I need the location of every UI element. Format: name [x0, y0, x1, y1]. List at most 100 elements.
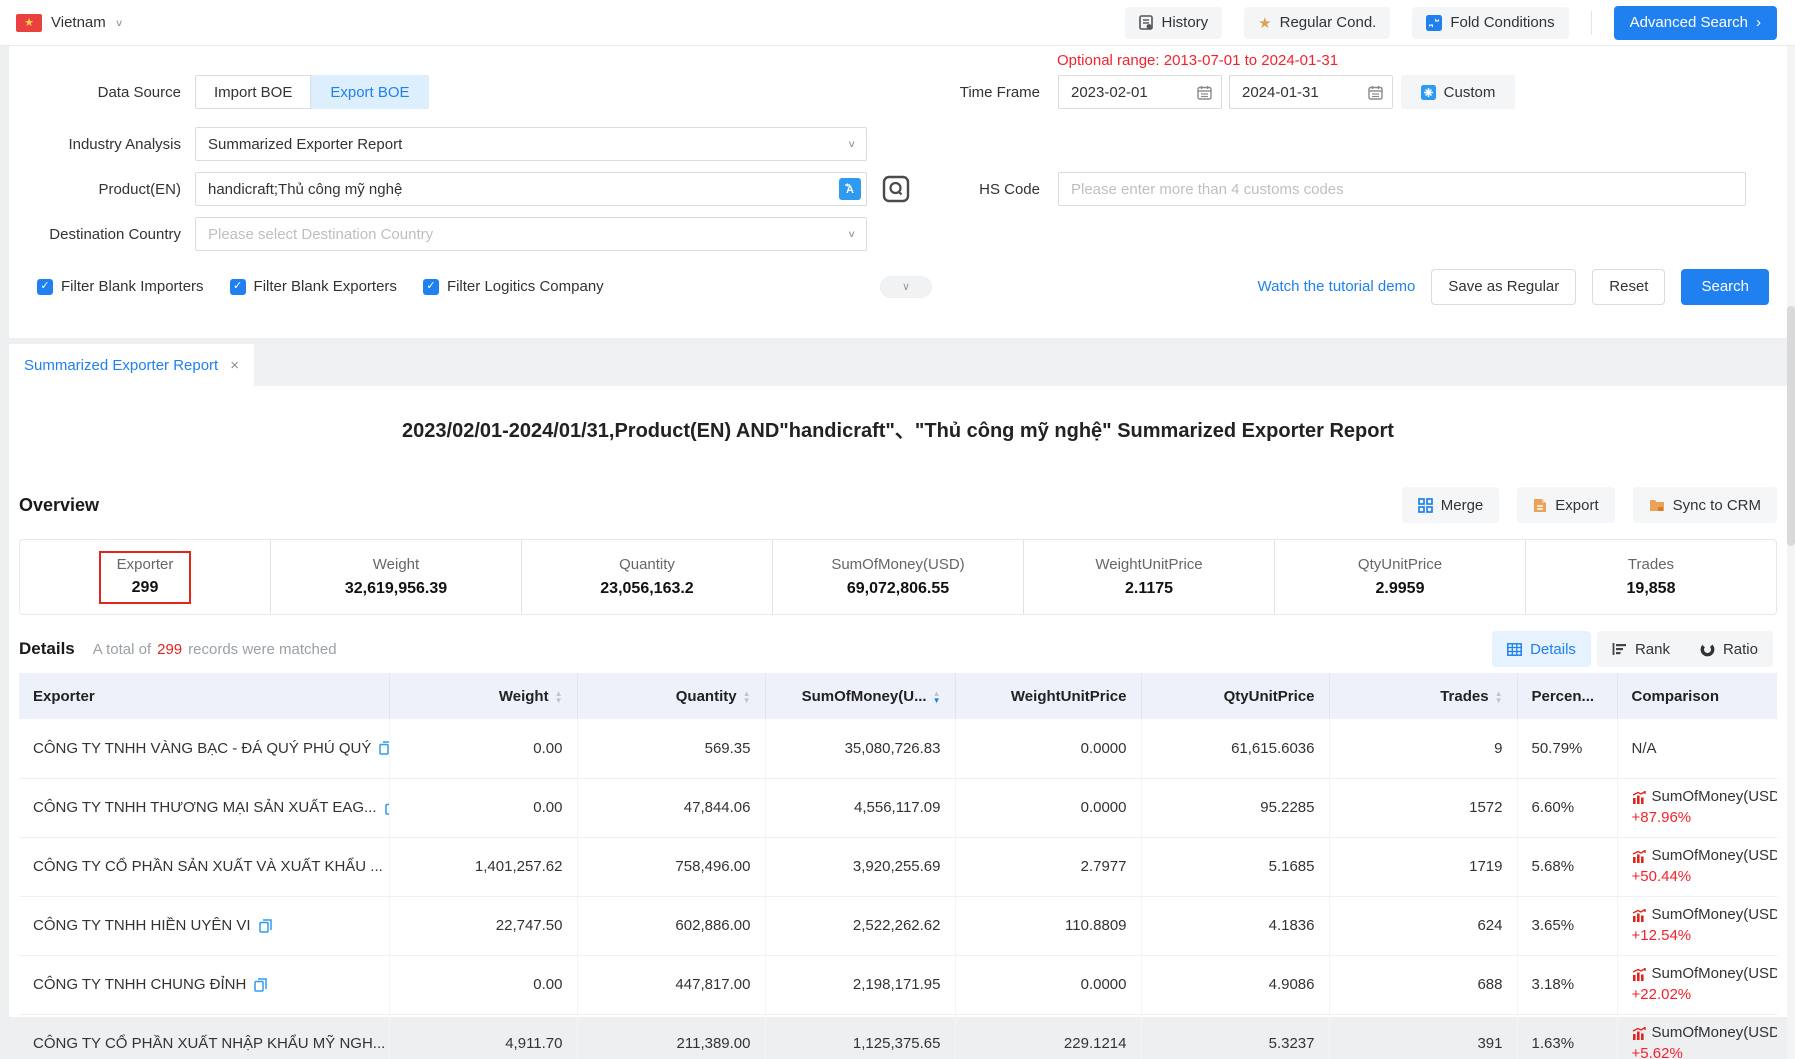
comparison-cell: SumOfMoney(USD)+22.02% [1617, 955, 1777, 1014]
chevron-down-icon: ∨ [847, 228, 856, 239]
checkbox-filter-blank-exporters[interactable]: ✓ Filter Blank Exporters [230, 278, 397, 295]
copy-icon[interactable] [254, 978, 267, 992]
stat-quantity: Quantity23,056,163.2 [521, 540, 772, 614]
comparison-cell: SumOfMoney(USD)+50.44% [1617, 837, 1777, 896]
destination-country-input[interactable] [208, 226, 854, 243]
history-icon [1139, 15, 1153, 30]
trend-chart-icon [1632, 791, 1646, 804]
fold-conditions-button[interactable]: Fold Conditions [1412, 7, 1568, 39]
stat-sum-of-money: SumOfMoney(USD)69,072,806.55 [772, 540, 1023, 614]
table-row: CÔNG TY TNHH THƯƠNG MẠI SẢN XUẤT EAG... … [19, 778, 1777, 837]
industry-analysis-select[interactable]: Summarized Exporter Report ∨ [195, 127, 867, 161]
table-row: CÔNG TY CỔ PHẦN XUẤT NHẬP KHẨU MỸ NGH...… [19, 1014, 1777, 1059]
import-boe-button[interactable]: Import BOE [195, 75, 311, 109]
advanced-search-button[interactable]: Advanced Search › [1614, 6, 1777, 40]
checkbox-filter-logitics-company[interactable]: ✓ Filter Logitics Company [423, 278, 604, 295]
industry-analysis-label: Industry Analysis [9, 136, 195, 153]
export-button[interactable]: Export [1517, 487, 1614, 523]
overview-stats-card: Exporter 299 Weight32,619,956.39 Quantit… [19, 539, 1777, 615]
table-header-row: Exporter Weight▲▼ Quantity▲▼ SumOfMoney(… [19, 673, 1777, 719]
comparison-cell: N/A [1617, 719, 1777, 778]
highlight-box: Exporter 299 [99, 551, 192, 604]
hs-code-label: HS Code [880, 181, 1050, 198]
exporter-name: CÔNG TY CỔ PHẦN SẢN XUẤT VÀ XUẤT KHẨU ..… [33, 858, 383, 875]
topbar: ★ Vietnam ∨ History ★ Regular Cond. Fold… [0, 0, 1795, 46]
column-header-exporter: Exporter [19, 673, 389, 719]
hs-code-field[interactable] [1058, 172, 1746, 206]
overview-heading: Overview [19, 495, 99, 516]
reset-button[interactable]: Reset [1592, 269, 1665, 305]
table-row: CÔNG TY TNHH HIỀN UYÊN VI 22,747.50 602,… [19, 896, 1777, 955]
sort-icon-active-desc: ▲▼ [933, 690, 941, 704]
regular-cond-button[interactable]: ★ Regular Cond. [1244, 7, 1390, 39]
hs-code-input[interactable] [1071, 181, 1733, 198]
optional-range-hint: Optional range: 2013-07-01 to 2024-01-31 [1057, 52, 1338, 69]
custom-range-button[interactable]: Custom [1401, 75, 1515, 109]
checkbox-filter-blank-importers[interactable]: ✓ Filter Blank Importers [37, 278, 204, 295]
sort-icon: ▲▼ [743, 690, 751, 704]
column-header-percent: Percen... [1517, 673, 1617, 719]
date-start-field[interactable] [1058, 75, 1222, 109]
divider [1591, 11, 1592, 35]
date-end-input[interactable] [1242, 84, 1380, 101]
trend-chart-icon [1632, 909, 1646, 922]
tutorial-demo-link[interactable]: Watch the tutorial demo [1258, 278, 1416, 295]
tab-summarized-exporter-report[interactable]: Summarized Exporter Report × [9, 344, 254, 386]
column-header-quantity[interactable]: Quantity▲▼ [577, 673, 765, 719]
merge-button[interactable]: Merge [1402, 487, 1500, 523]
export-file-icon [1533, 498, 1547, 513]
copy-icon[interactable] [385, 801, 389, 815]
close-icon[interactable]: × [230, 357, 239, 374]
history-button[interactable]: History [1125, 7, 1222, 39]
product-en-field[interactable]: A [195, 172, 867, 206]
time-frame-label: Time Frame [880, 84, 1050, 101]
country-selector[interactable]: ★ Vietnam ∨ [16, 14, 124, 32]
tab-strip: Summarized Exporter Report × [9, 344, 1787, 386]
comparison-cell: SumOfMoney(USD)+5.62% [1617, 1014, 1777, 1059]
product-en-input[interactable] [208, 181, 854, 198]
calendar-icon[interactable] [1197, 85, 1212, 100]
copy-icon[interactable] [259, 919, 272, 933]
records-summary: A total of 299 records were matched [93, 641, 337, 658]
checkbox-checked-icon: ✓ [423, 279, 439, 295]
data-source-label: Data Source [9, 84, 195, 101]
stat-exporter: Exporter 299 [20, 540, 270, 614]
column-header-trades[interactable]: Trades▲▼ [1329, 673, 1517, 719]
copy-icon[interactable] [379, 741, 389, 755]
comparison-cell: SumOfMoney(USD)+87.96% [1617, 778, 1777, 837]
exporter-name: CÔNG TY TNHH THƯƠNG MẠI SẢN XUẤT EAG... [33, 799, 377, 816]
table-row: CÔNG TY TNHH VÀNG BẠC - ĐÁ QUÝ PHÚ QUÝ 0… [19, 719, 1777, 778]
export-boe-button[interactable]: Export BOE [311, 75, 428, 109]
sort-icon: ▲▼ [1495, 690, 1503, 704]
date-start-input[interactable] [1071, 84, 1209, 101]
sync-to-crm-button[interactable]: Sync to CRM [1633, 487, 1777, 523]
country-label: Vietnam [51, 14, 106, 31]
scrollbar-thumb[interactable] [1787, 306, 1795, 546]
chevron-right-icon: › [1756, 14, 1761, 31]
column-header-sum-of-money[interactable]: SumOfMoney(U...▲▼ [765, 673, 955, 719]
stat-trades: Trades19,858 [1525, 540, 1776, 614]
checkbox-checked-icon: ✓ [37, 279, 53, 295]
filter-panel: Optional range: 2013-07-01 to 2024-01-31… [9, 46, 1787, 338]
vertical-scrollbar[interactable] [1787, 46, 1795, 1059]
column-header-weight[interactable]: Weight▲▼ [389, 673, 577, 719]
stat-weight-unit-price: WeightUnitPrice2.1175 [1023, 540, 1274, 614]
date-end-field[interactable] [1229, 75, 1393, 109]
translate-icon[interactable]: A [839, 178, 861, 200]
sort-icon: ▲▼ [555, 690, 563, 704]
fold-icon [1426, 15, 1442, 31]
column-header-qty-unit-price: QtyUnitPrice [1141, 673, 1329, 719]
view-toggle-rank[interactable]: Rank [1597, 631, 1685, 667]
calendar-icon[interactable] [1368, 85, 1383, 100]
exporter-name: CÔNG TY CỔ PHẦN XUẤT NHẬP KHẨU MỸ NGH... [33, 1035, 385, 1052]
vietnam-flag-icon: ★ [16, 14, 42, 32]
view-toggle-details[interactable]: Details [1492, 631, 1591, 667]
collapse-conditions-button[interactable]: ∨ [880, 276, 932, 298]
stat-qty-unit-price: QtyUnitPrice2.9959 [1274, 540, 1525, 614]
view-toggle-ratio[interactable]: Ratio [1685, 631, 1773, 667]
column-header-comparison: Comparison [1617, 673, 1777, 719]
search-button[interactable]: Search [1681, 269, 1769, 305]
destination-country-select[interactable]: ∨ [195, 217, 867, 251]
save-as-regular-button[interactable]: Save as Regular [1431, 269, 1576, 305]
custom-icon [1421, 85, 1436, 100]
